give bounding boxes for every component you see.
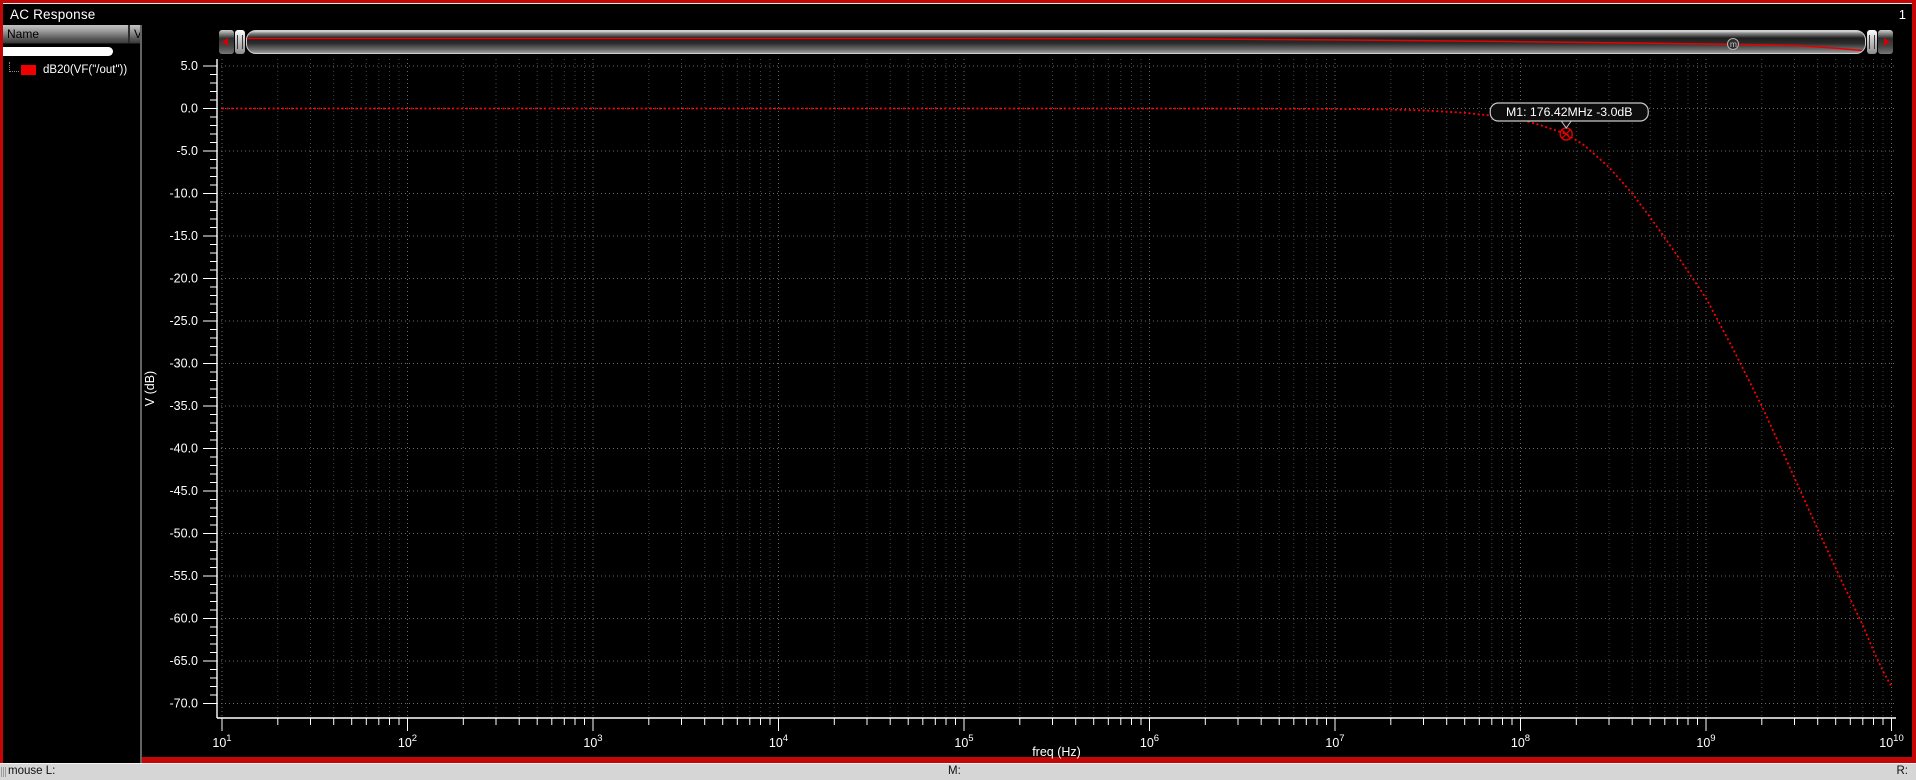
svg-text:105: 105 bbox=[954, 733, 973, 750]
overview-slider[interactable]: m bbox=[219, 30, 1893, 54]
slider-left-grip[interactable] bbox=[235, 30, 245, 54]
grid-major-v bbox=[222, 59, 1892, 718]
grid-minor bbox=[278, 59, 1883, 718]
slider-left-button[interactable] bbox=[219, 30, 234, 54]
legend-hscrollbar[interactable] bbox=[3, 47, 140, 56]
name-column-header[interactable]: Name bbox=[3, 27, 128, 41]
svg-text:101: 101 bbox=[212, 733, 231, 750]
svg-text:-25.0: -25.0 bbox=[170, 314, 199, 328]
trace-color-swatch[interactable] bbox=[21, 65, 36, 75]
plot-canvas[interactable]: 5.0 0.0 -5.0 -10.0 -15.0 -20.0 -25.0 -30.0 -35.0… bbox=[142, 25, 1912, 765]
grip-lines-icon bbox=[1869, 35, 1875, 49]
legend-panel-header[interactable]: Name V bbox=[3, 25, 140, 44]
y-ticks bbox=[203, 66, 217, 704]
left-arrow-icon bbox=[222, 38, 228, 46]
svg-text:108: 108 bbox=[1511, 733, 1530, 750]
slider-right-grip[interactable] bbox=[1867, 30, 1877, 54]
svg-text:-5.0: -5.0 bbox=[176, 144, 198, 158]
slider-track[interactable]: m bbox=[246, 30, 1866, 54]
marker-m1 bbox=[1560, 128, 1572, 140]
slider-mini-trace bbox=[247, 31, 1865, 53]
svg-text:-35.0: -35.0 bbox=[170, 399, 199, 413]
status-mouse-right: R: bbox=[1897, 765, 1909, 777]
svg-text:106: 106 bbox=[1140, 733, 1159, 750]
status-mouse-middle: M: bbox=[948, 765, 961, 777]
legend-hscrollbar-thumb[interactable] bbox=[3, 47, 113, 56]
svg-text:5.0: 5.0 bbox=[181, 59, 198, 73]
svg-text:-15.0: -15.0 bbox=[170, 229, 199, 243]
svg-text:-10.0: -10.0 bbox=[170, 187, 199, 201]
statusbar-grip-icon bbox=[1, 767, 6, 777]
svg-text:-65.0: -65.0 bbox=[170, 654, 199, 668]
x-ticks bbox=[222, 718, 1892, 731]
statusbar: mouse L: M: R: bbox=[0, 763, 1916, 780]
titlebar[interactable]: AC Response 1 bbox=[3, 3, 1912, 25]
y-axis-title: V (dB) bbox=[143, 371, 157, 406]
svg-text:-55.0: -55.0 bbox=[170, 569, 199, 583]
window-title: AC Response bbox=[10, 7, 96, 22]
right-arrow-icon bbox=[1884, 38, 1890, 46]
window-content: Name V dB20(VF("/out")) 5.0 0.0 -5.0 -10.0 -… bbox=[3, 25, 1912, 765]
svg-text:104: 104 bbox=[769, 733, 788, 750]
svg-text:1010: 1010 bbox=[1879, 733, 1903, 750]
x-axis-title: freq (Hz) bbox=[1032, 745, 1081, 759]
svg-text:-50.0: -50.0 bbox=[170, 527, 199, 541]
trace-label[interactable]: dB20(VF("/out")) bbox=[43, 64, 127, 76]
axes bbox=[217, 59, 1896, 718]
tree-branch-icon bbox=[9, 62, 19, 72]
page-indicator: 1 bbox=[1899, 7, 1906, 22]
svg-text:-70.0: -70.0 bbox=[170, 697, 199, 711]
legend-item-trace[interactable]: dB20(VF("/out")) bbox=[3, 62, 140, 78]
svg-text:109: 109 bbox=[1696, 733, 1715, 750]
svg-text:M1: 176.42MHz -3.0dB: M1: 176.42MHz -3.0dB bbox=[1506, 105, 1632, 119]
slider-right-button[interactable] bbox=[1878, 30, 1893, 54]
legend-panel: Name V dB20(VF("/out")) bbox=[3, 25, 140, 765]
svg-text:0.0: 0.0 bbox=[181, 102, 198, 116]
marker-label: M1: 176.42MHz -3.0dB bbox=[1490, 103, 1648, 128]
plot-area[interactable]: 5.0 0.0 -5.0 -10.0 -15.0 -20.0 -25.0 -30.0 -35.0… bbox=[142, 25, 1912, 765]
y-tick-labels: 5.0 0.0 -5.0 -10.0 -15.0 -20.0 -25.0 -30.0 -35.0… bbox=[170, 59, 199, 711]
svg-text:-60.0: -60.0 bbox=[170, 612, 199, 626]
svg-text:-30.0: -30.0 bbox=[170, 357, 199, 371]
grip-lines-icon bbox=[237, 35, 243, 49]
grid-major-h bbox=[217, 66, 1896, 704]
svg-text:-20.0: -20.0 bbox=[170, 272, 199, 286]
svg-text:-45.0: -45.0 bbox=[170, 484, 199, 498]
ac-response-window: AC Response 1 Name V dB20(VF("/out")) 5.… bbox=[0, 0, 1916, 764]
svg-text:103: 103 bbox=[583, 733, 602, 750]
svg-text:102: 102 bbox=[398, 733, 417, 750]
svg-text:107: 107 bbox=[1325, 733, 1344, 750]
status-mouse-left: mouse L: bbox=[8, 765, 55, 777]
trace-db20-out bbox=[222, 109, 1892, 687]
svg-text:-40.0: -40.0 bbox=[170, 442, 199, 456]
vis-column-header[interactable]: V bbox=[130, 27, 140, 41]
